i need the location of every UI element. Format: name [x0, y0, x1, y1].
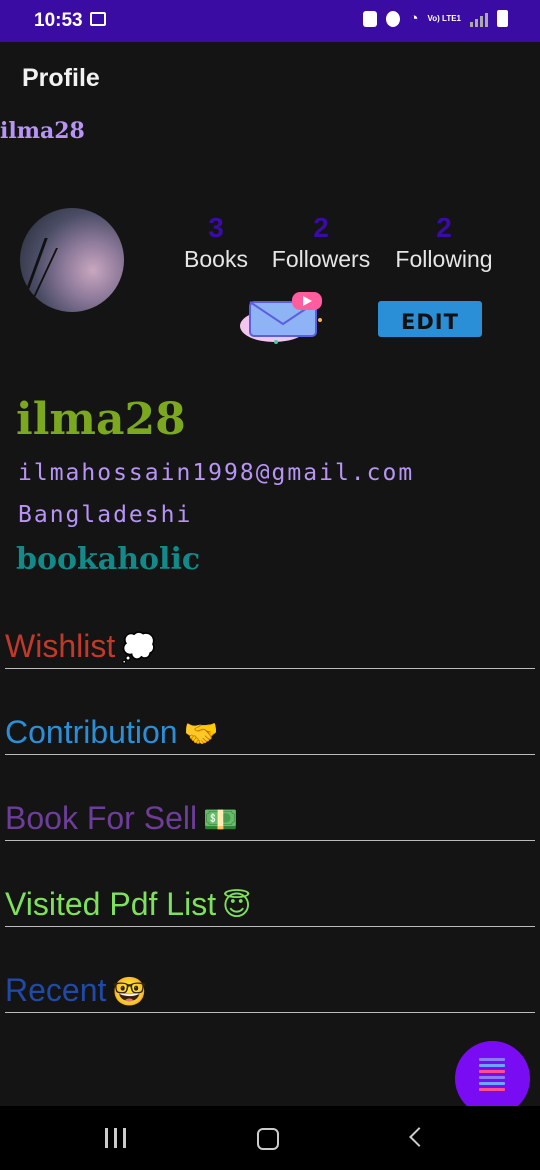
stat-books-value: 3 — [208, 212, 224, 243]
avatar[interactable] — [20, 208, 124, 312]
status-icons: ◔ Vo) LTE1 — [363, 10, 508, 27]
nerd-face-icon: 🤓 — [112, 975, 148, 1008]
money-icon: 💵 — [203, 803, 238, 836]
menu-visited-pdf-list-label: Visited Pdf List — [5, 886, 217, 922]
stat-followers[interactable]: 2 Followers — [266, 212, 376, 273]
edit-profile-button[interactable]: EDIT — [378, 301, 482, 337]
profile-name: ilma28 — [16, 394, 186, 445]
system-nav-bar — [0, 1106, 540, 1170]
network-type: Vo) LTE1 — [427, 13, 461, 23]
signal-icon — [470, 11, 488, 27]
stat-following-value: 2 — [436, 212, 452, 243]
alarm-icon — [386, 10, 401, 27]
menu-visited-pdf-list[interactable]: Visited Pdf List 😇 — [5, 886, 535, 927]
status-time: 10:53 — [34, 10, 83, 31]
thought-bubble-icon: 💭 — [121, 631, 157, 664]
stat-following-label: Following — [395, 246, 493, 272]
menu-recent[interactable]: Recent 🤓 — [5, 972, 535, 1013]
recent-apps-icon[interactable] — [105, 1128, 129, 1148]
profile-bio: bookaholic — [16, 542, 201, 577]
menu-recent-label: Recent — [5, 972, 107, 1008]
profile-email: ilmahossain1998@gmail.com — [18, 460, 415, 486]
stat-followers-label: Followers — [271, 246, 371, 272]
stat-following[interactable]: 2 Following — [390, 212, 498, 273]
list-icon — [479, 1058, 505, 1094]
page-title: Profile — [22, 64, 100, 92]
stat-books[interactable]: 3 Books — [180, 212, 252, 273]
menu-contribution-label: Contribution — [5, 714, 178, 750]
image-notification-icon — [90, 12, 106, 26]
handshake-icon: 🤝 — [183, 717, 219, 750]
home-icon[interactable] — [257, 1128, 279, 1150]
menu-contribution[interactable]: Contribution 🤝 — [5, 714, 535, 755]
menu-wishlist-label: Wishlist — [5, 628, 116, 664]
envelope-message-icon[interactable] — [240, 290, 328, 344]
wifi-icon: ◔ — [409, 10, 419, 27]
menu-wishlist[interactable]: Wishlist 💭 — [5, 628, 535, 669]
profile-country: Bangladeshi — [18, 502, 193, 528]
back-icon[interactable] — [409, 1127, 429, 1147]
halo-smile-icon: 😇 — [222, 889, 252, 922]
lock-icon — [363, 10, 378, 27]
stat-followers-value: 2 — [313, 212, 329, 243]
status-bar: 10:53 ◔ Vo) LTE1 — [0, 0, 540, 42]
stat-books-label: Books — [184, 246, 248, 272]
header-username: ilma28 — [0, 118, 85, 144]
battery-icon — [497, 10, 508, 27]
menu-book-for-sell[interactable]: Book For Sell 💵 — [5, 800, 535, 841]
menu-fab-button[interactable] — [455, 1041, 530, 1116]
menu-book-for-sell-label: Book For Sell — [5, 800, 198, 836]
